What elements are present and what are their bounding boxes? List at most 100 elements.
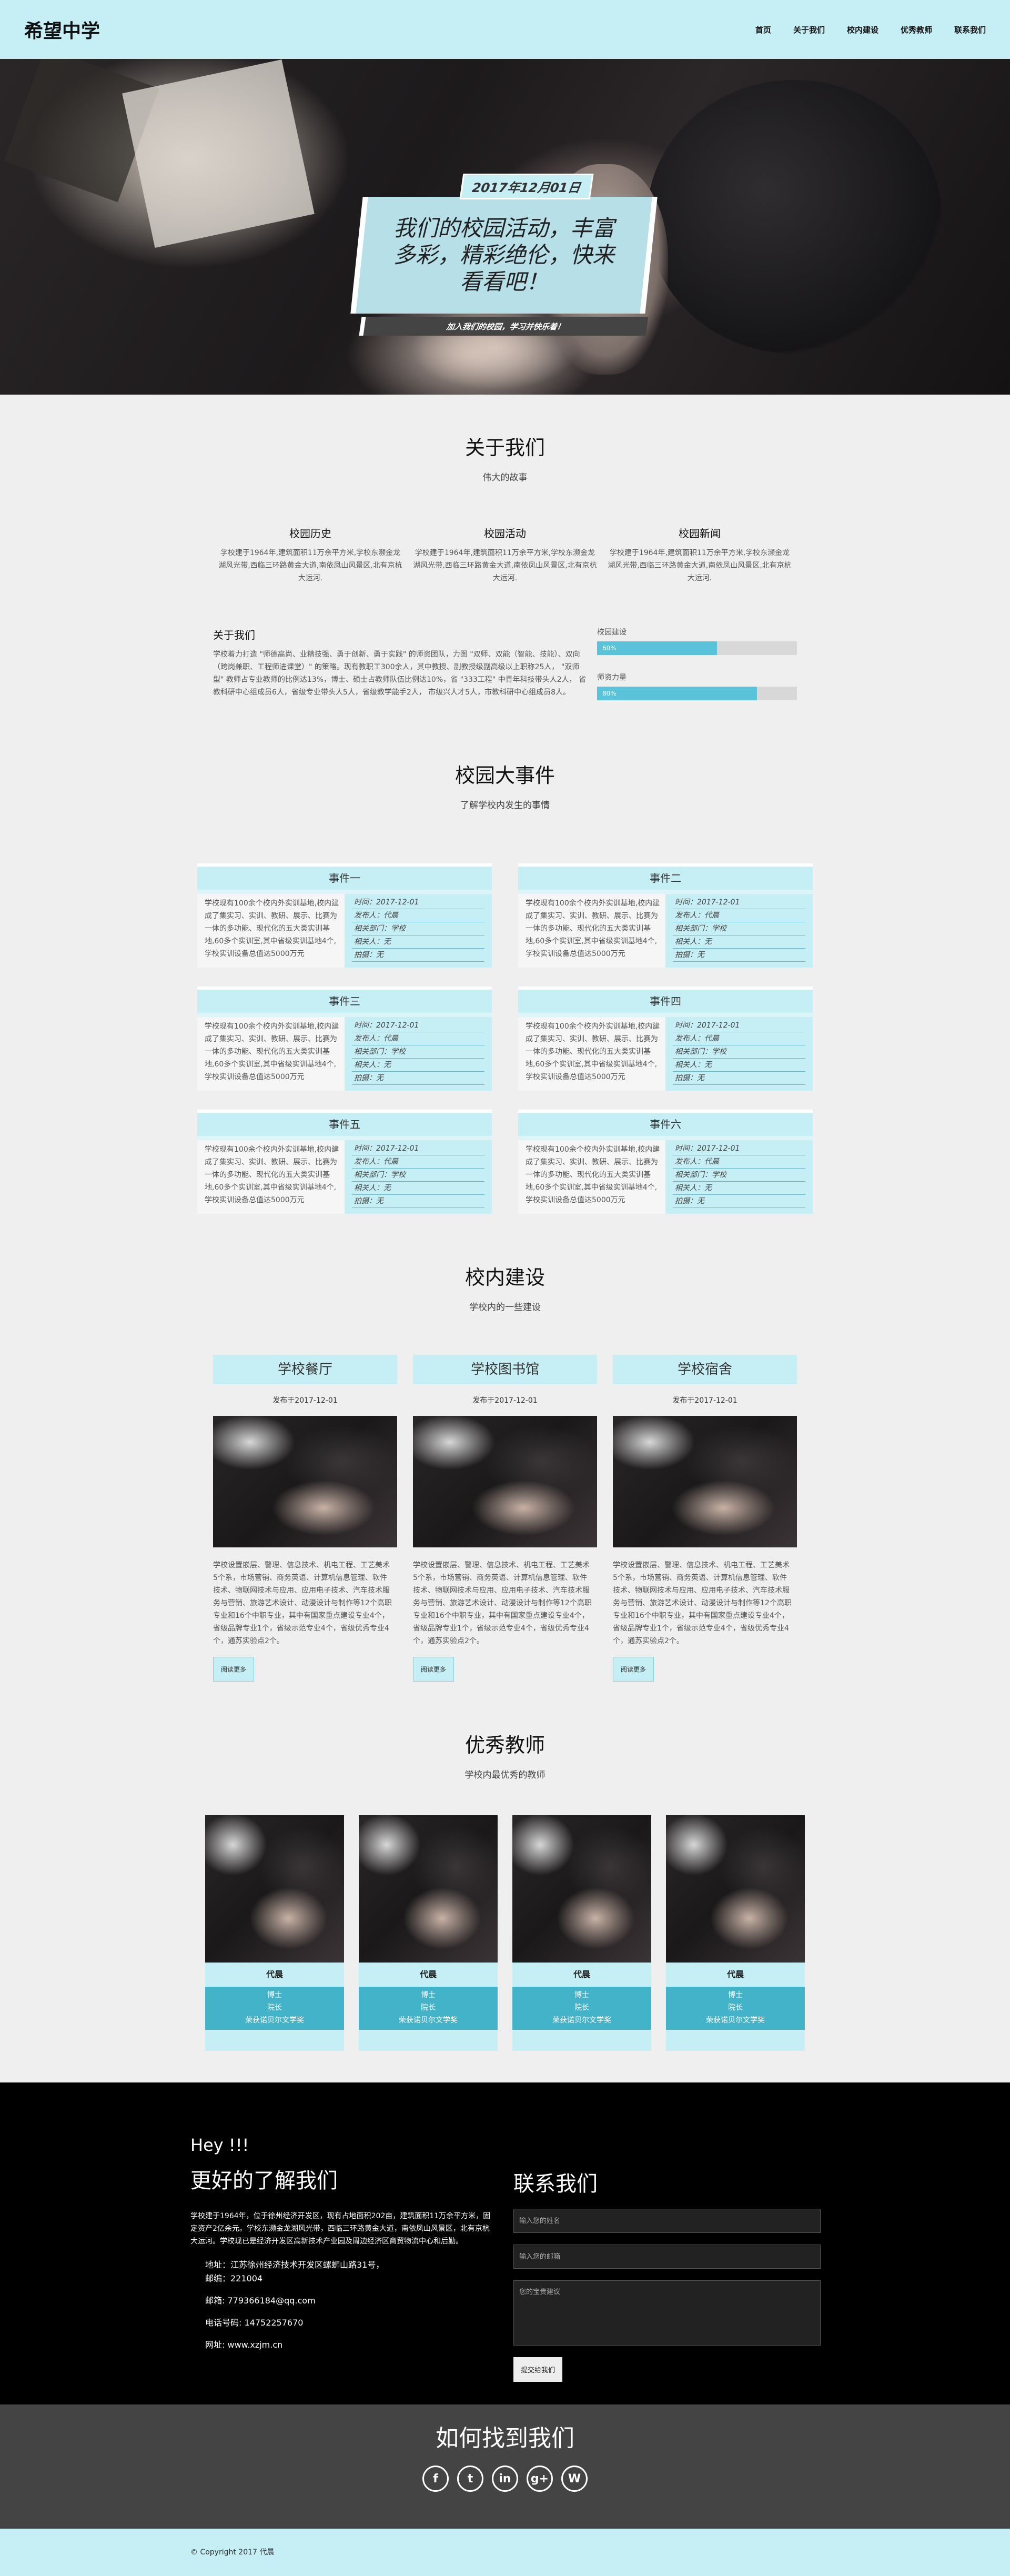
events-section: 校园大事件 了解学校内发生的事情 事件一 学校现有100余个校内外实训基地,校内建… bbox=[0, 717, 1010, 1214]
events-grid: 事件一 学校现有100余个校内外实训基地,校内建成了集实习、实训、教研、展示、比赛… bbox=[197, 863, 813, 1214]
event-title: 事件四 bbox=[518, 990, 813, 1013]
contact-email[interactable]: 邮箱: 779366184@qq.com bbox=[205, 2294, 496, 2308]
event-title: 事件二 bbox=[518, 867, 813, 890]
construction-card-date: 发布于2017-12-01 bbox=[272, 1396, 338, 1405]
event-card: 事件二学校现有100余个校内外实训基地,校内建成了集实习、实训、教研、展示、比赛… bbox=[518, 863, 813, 968]
event-meta: 时间：2017-12-01 发布人：代晨 相关部门：学校 相关人：无 拍摄：无 bbox=[345, 1017, 492, 1091]
copyright-text: © Copyright 2017 代晨 bbox=[190, 2548, 275, 2557]
nav-item-construction[interactable]: 校内建设 bbox=[847, 24, 878, 35]
event-meta-line: 拍摄：无 bbox=[352, 1195, 484, 1208]
submit-button[interactable]: 提交给我们 bbox=[513, 2357, 563, 2382]
event-meta-line: 发布人：代晨 bbox=[673, 1155, 805, 1169]
construction-card: 学校宿舍 发布于2017-12-01 学校设置嵌层、警理、信息技术、机电工程、工艺美… bbox=[613, 1355, 797, 1682]
event-meta-line: 拍摄：无 bbox=[673, 1195, 805, 1208]
teacher-role: 院长 bbox=[728, 2004, 743, 2012]
brand-logo[interactable]: 希望中学 bbox=[24, 16, 100, 43]
event-meta-line: 发布人：代晨 bbox=[673, 909, 805, 922]
about-column: 校园活动 学校建于1964年,建筑面积11万余平方米,学校东濒金龙湖风光带,西临… bbox=[408, 525, 602, 585]
event-meta-line: 时间：2017-12-01 bbox=[352, 896, 484, 909]
email-input[interactable]: 输入您的邮箱 bbox=[513, 2245, 821, 2269]
teacher-degree: 博士 bbox=[728, 1991, 743, 1999]
construction-card-title: 学校图书馆 bbox=[413, 1355, 597, 1384]
event-meta-line: 相关人：无 bbox=[352, 1182, 484, 1195]
teacher-info: 博士 院长 荣获诺贝尔文学奖 bbox=[359, 1987, 498, 2030]
event-text: 学校现有100余个校内外实训基地,校内建成了集实习、实训、教研、展示、比赛为一体… bbox=[197, 894, 345, 968]
event-meta-line: 拍摄：无 bbox=[673, 1072, 805, 1085]
teachers-section: 优秀教师 学校内最优秀的教师 代晨 博士 院长 荣获诺贝尔文学奖 代晨 博士 院长 荣获诺贝尔… bbox=[0, 1682, 1010, 2051]
event-meta-line: 相关部门：学校 bbox=[673, 922, 805, 935]
event-title: 事件五 bbox=[197, 1113, 492, 1136]
event-meta-line: 相关人：无 bbox=[673, 1059, 805, 1072]
teacher-role: 院长 bbox=[267, 2004, 282, 2012]
events-title: 校园大事件 bbox=[454, 764, 555, 787]
skill-bar-track: 60% bbox=[597, 641, 797, 655]
event-meta-line: 时间：2017-12-01 bbox=[673, 1142, 805, 1155]
wordpress-icon[interactable]: W bbox=[561, 2466, 588, 2492]
nav-item-about[interactable]: 关于我们 bbox=[793, 24, 825, 35]
googleplus-icon[interactable]: g+ bbox=[527, 2466, 553, 2492]
event-meta-line: 相关部门：学校 bbox=[352, 1045, 484, 1059]
about-section: 关于我们 伟大的故事 校园历史 学校建于1964年,建筑面积11万余平方米,学校… bbox=[0, 395, 1010, 717]
nav-item-teachers[interactable]: 优秀教师 bbox=[901, 24, 932, 35]
events-subtitle: 了解学校内发生的事情 bbox=[460, 800, 550, 811]
teacher-name: 代晨 bbox=[419, 1969, 437, 1979]
read-more-button[interactable]: 阅读更多 bbox=[613, 1657, 654, 1682]
skill-label: 师资力量 bbox=[597, 673, 627, 682]
event-meta-line: 相关部门：学校 bbox=[673, 1169, 805, 1182]
construction-card-image bbox=[413, 1416, 597, 1547]
about-detail-row: 关于我们 学校着力打造 "师德高尚、业精技强、勇于创新、勇于实践" 的师资团队，… bbox=[0, 627, 1010, 717]
event-body: 学校现有100余个校内外实训基地,校内建成了集实习、实训、教研、展示、比赛为一体… bbox=[197, 894, 492, 968]
contact-info: Hey !!! 更好的了解我们 学校建于1964年，位于徐州经济开发区，现有占地… bbox=[190, 2135, 496, 2360]
nav-item-home[interactable]: 首页 bbox=[755, 24, 771, 35]
event-meta: 时间：2017-12-01 发布人：代晨 相关部门：学校 相关人：无 拍摄：无 bbox=[665, 1017, 813, 1091]
event-text: 学校现有100余个校内外实训基地,校内建成了集实习、实训、教研、展示、比赛为一体… bbox=[197, 1017, 345, 1091]
teacher-award: 荣获诺贝尔文学奖 bbox=[552, 2016, 611, 2025]
contact-section: Hey !!! 更好的了解我们 学校建于1964年，位于徐州经济开发区，现有占地… bbox=[0, 2082, 1010, 2404]
construction-grid: 学校餐厅 发布于2017-12-01 学校设置嵌层、警理、信息技术、机电工程、工艺美… bbox=[0, 1355, 1010, 1682]
construction-card-image bbox=[213, 1416, 397, 1547]
about-column-text: 学校建于1964年,建筑面积11万余平方米,学校东濒金龙湖风光带,西临三环路黄金… bbox=[413, 549, 597, 582]
contact-website[interactable]: 网址: www.xzjm.cn bbox=[205, 2338, 496, 2352]
hero-subtitle: 加入我们的校园，学习并快乐着！ bbox=[359, 317, 649, 336]
event-card: 事件五 学校现有100余个校内外实训基地,校内建成了集实习、实训、教研、展示、比赛… bbox=[197, 1110, 492, 1214]
find-us-title: 如何找到我们 bbox=[436, 2425, 574, 2452]
read-more-button[interactable]: 阅读更多 bbox=[413, 1657, 454, 1682]
construction-card-text: 学校设置嵌层、警理、信息技术、机电工程、工艺美术5个系，市场营销、商务英语、计算… bbox=[413, 1561, 592, 1645]
hero-banner: 我们的校园活动，丰富多彩，精彩绝伦，快来看看吧！ 2017年12月01日 加入我… bbox=[0, 59, 1010, 395]
teacher-degree: 博士 bbox=[421, 1991, 436, 1999]
contact-phone: 电话号码: 14752257670 bbox=[205, 2318, 304, 2328]
twitter-icon[interactable]: t bbox=[457, 2466, 483, 2492]
event-meta-line: 相关人：无 bbox=[352, 935, 484, 949]
event-meta-line: 拍摄：无 bbox=[352, 1072, 484, 1085]
find-us-section: 如何找到我们 f t in g+ W bbox=[0, 2404, 1010, 2529]
read-more-button[interactable]: 阅读更多 bbox=[213, 1657, 255, 1682]
event-body: 学校现有100余个校内外实训基地,校内建成了集实习、实训、教研、展示、比赛为一体… bbox=[518, 894, 813, 968]
linkedin-icon[interactable]: in bbox=[492, 2466, 518, 2492]
message-textarea[interactable]: 您的宝贵建议 bbox=[513, 2280, 821, 2346]
event-meta: 时间：2017-12-01 发布人：代晨 相关部门：学校 相关人：无 拍摄：无 bbox=[345, 1140, 492, 1214]
about-column-title: 校园活动 bbox=[484, 527, 526, 540]
teacher-card-footer bbox=[666, 2030, 805, 2051]
construction-card-date: 发布于2017-12-01 bbox=[672, 1396, 738, 1405]
event-meta-line: 相关部门：学校 bbox=[673, 1045, 805, 1059]
event-meta-line: 拍摄：无 bbox=[673, 949, 805, 962]
event-meta-line: 相关部门：学校 bbox=[352, 1169, 484, 1182]
teacher-info: 博士 院长 荣获诺贝尔文学奖 bbox=[512, 1987, 651, 2030]
teacher-award: 荣获诺贝尔文学奖 bbox=[399, 2016, 458, 2025]
name-input[interactable]: 输入您的姓名 bbox=[513, 2209, 821, 2233]
facebook-icon[interactable]: f bbox=[422, 2466, 449, 2492]
event-body: 学校现有100余个校内外实训基地,校内建成了集实习、实训、教研、展示、比赛为一体… bbox=[197, 1017, 492, 1091]
event-meta-line: 发布人：代晨 bbox=[352, 1155, 484, 1169]
nav-item-contact[interactable]: 联系我们 bbox=[954, 24, 986, 35]
about-title: 关于我们 bbox=[464, 436, 545, 459]
skill-label: 校园建设 bbox=[597, 628, 627, 637]
teachers-title: 优秀教师 bbox=[464, 1734, 545, 1757]
event-text: 学校现有100余个校内外实训基地,校内建成了集实习、实训、教研、展示、比赛为一体… bbox=[518, 1017, 665, 1091]
teachers-grid: 代晨 博士 院长 荣获诺贝尔文学奖 代晨 博士 院长 荣获诺贝尔文学奖 代晨 博士 院长 荣获诺贝尔文… bbox=[0, 1815, 1010, 2051]
about-columns: 校园历史 学校建于1964年,建筑面积11万余平方米,学校东濒金龙湖风光带,西临… bbox=[0, 525, 1010, 585]
about-detail: 关于我们 学校着力打造 "师德高尚、业精技强、勇于创新、勇于实践" 的师资团队，… bbox=[213, 627, 597, 717]
contact-info-text: 学校建于1964年，位于徐州经济开发区，现有占地面积202亩，建筑面积11万余平… bbox=[190, 2212, 491, 2246]
construction-card: 学校图书馆 发布于2017-12-01 学校设置嵌层、警理、信息技术、机电工程、工艺… bbox=[413, 1355, 597, 1682]
event-meta-line: 发布人：代晨 bbox=[673, 1032, 805, 1045]
event-body: 学校现有100余个校内外实训基地,校内建成了集实习、实训、教研、展示、比赛为一体… bbox=[518, 1017, 813, 1091]
